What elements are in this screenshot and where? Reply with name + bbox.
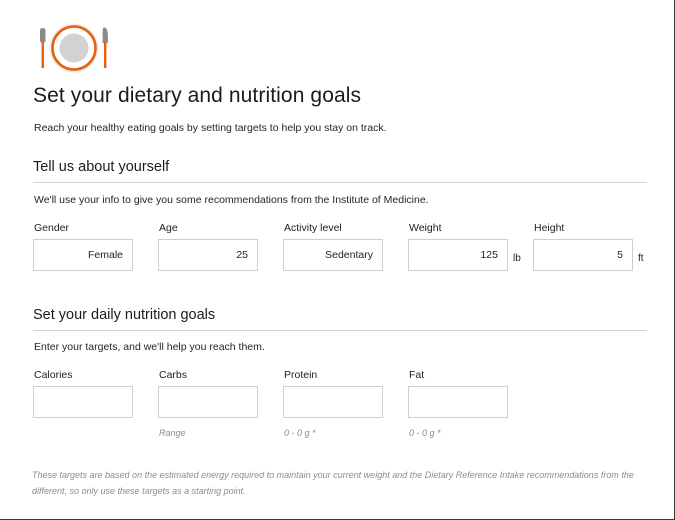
fat-input[interactable]: [408, 386, 508, 418]
field-label-carbs: Carbs: [159, 369, 188, 381]
section-title-nutrition-goals: Set your daily nutrition goals: [33, 307, 216, 323]
footnote-text: These targets are based on the estimated…: [32, 470, 634, 496]
field-label-fat: Fat: [409, 369, 425, 381]
weight-input[interactable]: 125: [408, 239, 508, 271]
section-divider-about-you: [33, 182, 647, 183]
field-label-age: Age: [159, 222, 178, 234]
page-subtitle: Reach your healthy eating goals by setti…: [34, 122, 387, 134]
plate-icon: [49, 23, 99, 73]
calories-input[interactable]: [33, 386, 133, 418]
activity-level-input[interactable]: Sedentary: [283, 239, 383, 271]
field-hint-protein: 0 - 0 g *: [284, 428, 316, 438]
field-gender: Gender Female: [33, 222, 133, 271]
weight-unit-label: lb: [513, 253, 521, 264]
height-unit-label: ft: [638, 253, 644, 264]
field-label-activity-level: Activity level: [284, 222, 342, 234]
dietary-goals-page: Set your dietary and nutrition goals Rea…: [0, 0, 675, 520]
protein-input[interactable]: [283, 386, 383, 418]
field-weight: Weight 125: [408, 222, 508, 271]
knife-icon: [102, 27, 108, 68]
field-carbs: Carbs Range: [158, 369, 258, 438]
section-description-nutrition-goals: Enter your targets, and we'll help you r…: [34, 341, 265, 353]
plate-fork-knife-icon: [30, 22, 118, 74]
field-label-protein: Protein: [284, 369, 318, 381]
fork-icon: [40, 28, 46, 68]
carbs-input[interactable]: [158, 386, 258, 418]
field-label-weight: Weight: [409, 222, 442, 234]
age-input[interactable]: 25: [158, 239, 258, 271]
field-fat: Fat 0 - 0 g *: [408, 369, 508, 438]
field-label-height: Height: [534, 222, 565, 234]
height-input[interactable]: 5: [533, 239, 633, 271]
field-label-gender: Gender: [34, 222, 70, 234]
field-age: Age 25: [158, 222, 258, 271]
section-description-about-you: We'll use your info to give you some rec…: [34, 194, 429, 206]
field-hint-fat: 0 - 0 g *: [409, 428, 441, 438]
field-hint-carbs: Range: [159, 428, 186, 438]
field-height: Height 5: [533, 222, 633, 271]
field-activity-level: Activity level Sedentary: [283, 222, 383, 271]
field-calories: Calories: [33, 369, 133, 428]
page-title: Set your dietary and nutrition goals: [33, 84, 362, 107]
section-title-about-you: Tell us about yourself: [33, 159, 170, 175]
field-protein: Protein 0 - 0 g *: [283, 369, 383, 438]
gender-input[interactable]: Female: [33, 239, 133, 271]
section-divider-nutrition-goals: [33, 330, 647, 331]
field-label-calories: Calories: [34, 369, 73, 381]
